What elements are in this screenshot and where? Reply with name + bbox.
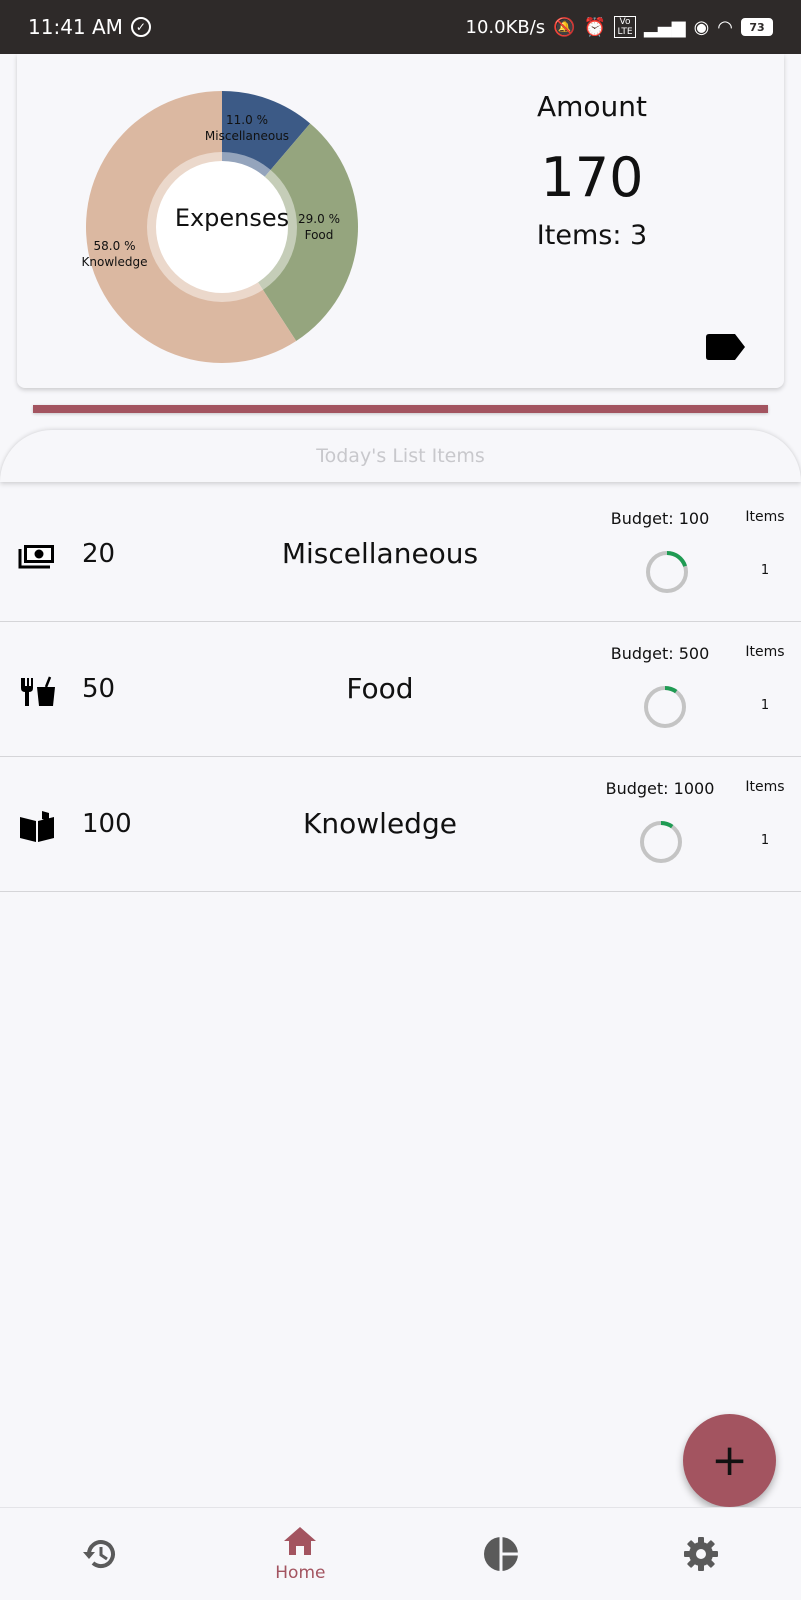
slice-label-miscellaneous: 11.0 % Miscellaneous [204,113,290,143]
row-items-value: 1 [760,698,770,713]
alarm-icon: ⏰ [583,16,607,38]
bell-off-icon: 🔕 [553,16,576,38]
row-items-value: 1 [760,833,770,848]
status-bar: 11:41 AM ✓ 10.0KB/s 🔕 ⏰ Vo LTE ▂▄▆ ◉ ◠ 7… [0,0,801,54]
spending-progress-strip [33,405,768,413]
add-item-button[interactable]: + [683,1414,776,1507]
row-category: Miscellaneous [281,537,479,570]
hotspot-icon: ◉ [693,16,710,38]
row-budget: Budget: 1000 [605,779,715,798]
nav-history[interactable] [0,1508,200,1600]
amount-title: Amount [536,90,648,123]
row-amount: 20 [82,539,116,569]
food-icon [21,676,55,706]
summary-card: Expenses 11.0 % Miscellaneous 29.0 % Foo… [17,54,784,388]
label-tag-icon[interactable] [705,332,747,362]
bottom-nav: Home [0,1507,801,1600]
pie-chart-icon [483,1537,518,1571]
row-category: Knowledge [303,807,457,840]
list-header: Today's List Items [0,430,801,482]
slice-label-food: 29.0 % Food [298,212,340,242]
row-amount: 100 [82,809,132,839]
row-budget: Budget: 100 [610,509,710,528]
nav-settings[interactable] [601,1508,801,1600]
list-item[interactable]: 100 Knowledge Budget: 1000 Items 1 [0,757,801,892]
budget-progress-ring [644,686,686,728]
row-budget: Budget: 500 [610,644,710,663]
nav-charts[interactable] [401,1508,601,1600]
wifi-icon: ◠ [717,16,733,38]
budget-progress-ring [646,551,688,593]
net-speed: 10.0KB/s [465,16,546,38]
list-item[interactable]: 20 Miscellaneous Budget: 100 Items 1 [0,487,801,622]
nav-home[interactable]: Home [200,1508,400,1600]
row-items-label: Items [745,644,785,660]
row-items-label: Items [745,779,785,795]
row-category: Food [346,672,414,705]
list-item[interactable]: 50 Food Budget: 500 Items 1 [0,622,801,757]
row-items-label: Items [745,509,785,525]
history-icon [83,1540,116,1569]
volte-icon: Vo LTE [614,16,637,38]
status-time: 11:41 AM [28,15,123,39]
amount-value: 170 [540,146,644,209]
row-items-value: 1 [760,563,770,578]
settings-icon [683,1537,718,1571]
signal-icon: ▂▄▆ [644,16,686,38]
slice-label-knowledge: 58.0 % Knowledge [81,239,148,269]
row-amount: 50 [82,674,116,704]
home-icon [284,1527,317,1555]
items-count: Items: 3 [536,220,648,251]
check-circle-icon: ✓ [130,17,151,37]
battery-icon: 73 [741,18,773,36]
book-icon [20,811,54,842]
budget-progress-ring [640,821,682,863]
money-icon [18,545,54,569]
nav-home-label: Home [275,1563,326,1583]
